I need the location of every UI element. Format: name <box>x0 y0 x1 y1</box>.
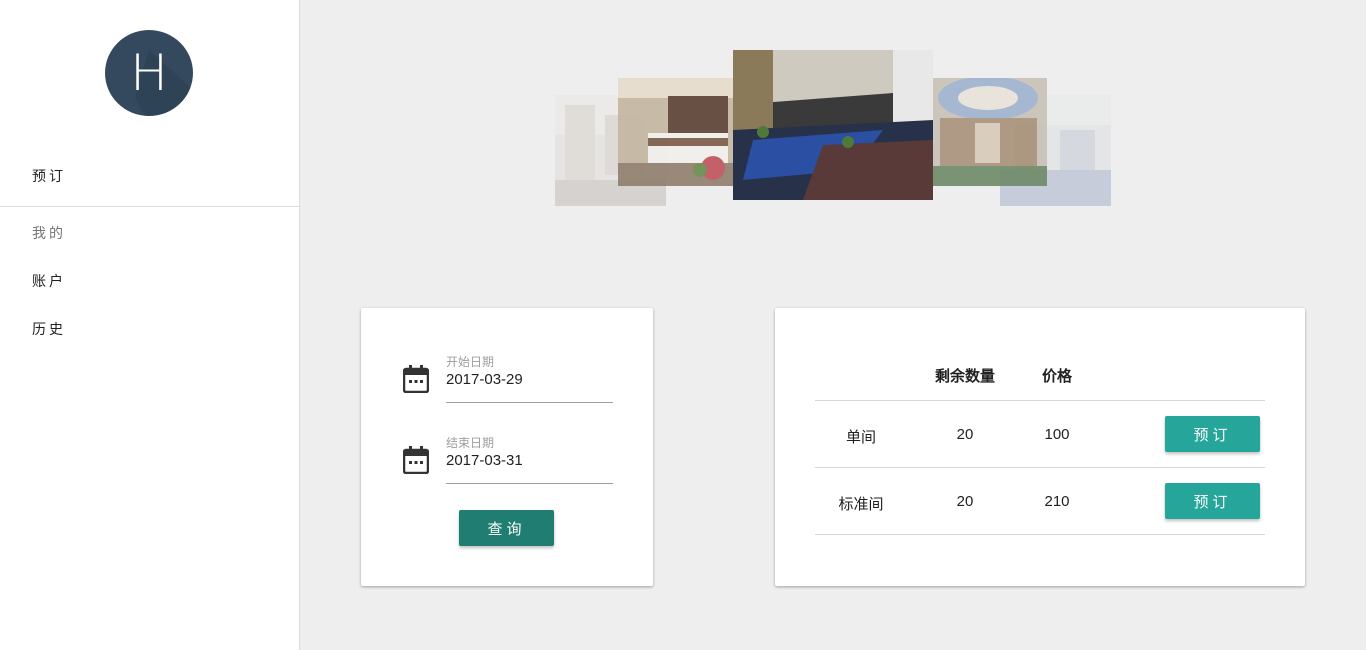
image-carousel[interactable] <box>555 50 1111 206</box>
carousel-slide-atrium[interactable] <box>930 78 1047 186</box>
room-availability-card: 剩余数量 价格 单间 20 100 预订 标准间 20 210 预订 <box>775 308 1305 586</box>
grand-hall-photo <box>733 50 933 200</box>
nav-item-history[interactable]: 历史 <box>32 319 66 339</box>
end-date-label: 结束日期 <box>446 436 495 450</box>
calendar-icon[interactable] <box>403 446 429 474</box>
start-date-label: 开始日期 <box>446 355 495 369</box>
carousel-slide-hall[interactable] <box>733 50 933 200</box>
room-price: 210 <box>1044 493 1070 510</box>
room-remaining: 20 <box>956 493 974 510</box>
end-date-field[interactable]: 结束日期 2017-03-31 <box>446 434 613 484</box>
sidebar: H 预订 我的 账户 历史 <box>0 0 300 650</box>
start-date-value[interactable]: 2017-03-29 <box>446 371 523 388</box>
nav-item-account[interactable]: 账户 <box>32 271 66 291</box>
hotel-room-photo <box>618 78 733 186</box>
avatar: H <box>105 30 193 116</box>
date-search-card: 开始日期 2017-03-29 结束日期 2017-03-31 查询 <box>361 308 653 586</box>
room-type: 标准间 <box>838 496 884 513</box>
room-price: 100 <box>1044 426 1070 443</box>
book-button[interactable]: 预订 <box>1165 416 1260 452</box>
query-button[interactable]: 查询 <box>459 510 554 546</box>
header-remaining: 剩余数量 <box>935 368 996 385</box>
end-date-value[interactable]: 2017-03-31 <box>446 452 523 469</box>
header-price: 价格 <box>1042 368 1073 385</box>
nav-subheader-mine: 我的 <box>32 225 66 241</box>
avatar-letter: H <box>130 44 168 102</box>
table-divider <box>815 467 1265 468</box>
room-remaining: 20 <box>956 426 974 443</box>
table-divider <box>815 534 1265 535</box>
nav-item-booking[interactable]: 预订 <box>32 166 66 186</box>
carousel-slide-room[interactable] <box>618 78 733 186</box>
book-button[interactable]: 预订 <box>1165 483 1260 519</box>
calendar-icon[interactable] <box>403 365 429 393</box>
start-date-field[interactable]: 开始日期 2017-03-29 <box>446 353 613 403</box>
table-divider <box>815 400 1265 401</box>
atrium-photo <box>930 78 1047 186</box>
nav-divider <box>0 206 300 207</box>
room-type: 单间 <box>845 429 876 446</box>
